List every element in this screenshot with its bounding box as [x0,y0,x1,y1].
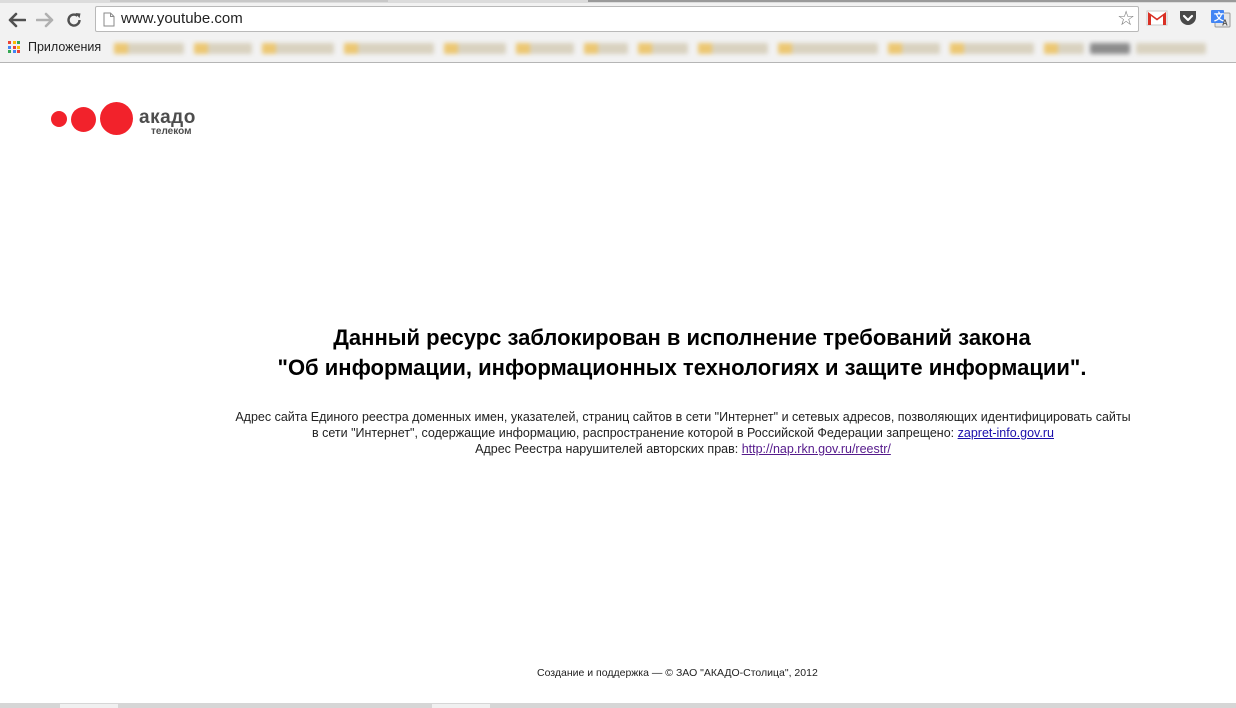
bookmark-item[interactable] [950,43,1034,54]
bookmark-item[interactable] [344,43,434,54]
info-line-2-text: в сети "Интернет", содержащие информацию… [312,426,955,440]
bookmark-item[interactable] [194,43,252,54]
zapret-info-link[interactable]: zapret-info.gov.ru [958,426,1054,440]
logo-dot-large [100,102,133,135]
url-text[interactable]: www.youtube.com [121,7,243,31]
pocket-icon[interactable] [1178,9,1200,29]
bookmark-item[interactable] [698,43,768,54]
tab[interactable] [588,0,1236,2]
bookmark-item[interactable] [1090,43,1130,54]
reload-button[interactable] [63,9,85,31]
forward-button[interactable] [34,9,56,31]
bookmark-item[interactable] [778,43,878,54]
gmail-icon[interactable] [1146,9,1168,29]
info-line-3-text: Адрес Реестра нарушителей авторских прав… [475,442,739,456]
heading-line-2: "Об информации, информационных технологи… [277,355,1087,380]
svg-text:A: A [1222,19,1228,28]
back-icon [8,12,26,28]
info-line-3: Адрес Реестра нарушителей авторских прав… [180,441,1186,457]
block-notice-heading: Данный ресурс заблокирован в исполнение … [180,323,1184,383]
forward-icon [36,12,54,28]
bookmark-item[interactable] [1044,43,1084,54]
window-bottom-edge [0,703,1236,708]
apps-grid-icon[interactable] [8,41,20,53]
logo-dot-small [51,111,67,127]
logo-sub-text: телеком [151,126,192,137]
reload-icon [67,13,81,27]
bookmarks-bar: Приложения [0,37,1236,59]
info-line-1: Адрес сайта Единого реестра доменных име… [235,410,1131,424]
bookmark-item[interactable] [1136,43,1206,54]
tab-strip [0,0,1236,3]
back-button[interactable] [6,9,28,31]
heading-line-1: Данный ресурс заблокирован в исполнение … [333,325,1031,350]
star-icon[interactable]: ☆ [1117,8,1135,30]
bookmark-item[interactable] [114,43,184,54]
info-line-2: в сети "Интернет", содержащие информацию… [180,425,1186,441]
akado-logo: акадо телеком [50,100,210,140]
bookmark-item[interactable] [888,43,940,54]
bookmark-item[interactable] [638,43,688,54]
logo-dot-medium [71,107,96,132]
browser-toolbar: www.youtube.com ☆ 文 A Приложения [0,0,1236,63]
bookmark-item[interactable] [262,43,334,54]
bookmark-item[interactable] [444,43,506,54]
apps-link[interactable]: Приложения [28,40,101,54]
bookmark-item[interactable] [584,43,628,54]
registry-info: Адрес сайта Единого реестра доменных име… [180,409,1186,457]
bookmark-item[interactable] [516,43,574,54]
tab[interactable] [110,0,388,2]
blurred-bookmarks [110,39,1210,58]
footer-copyright: Создание и поддержка — © ЗАО "АКАДО-Стол… [537,667,818,679]
translate-icon[interactable]: 文 A [1210,9,1232,29]
nap-rkn-link[interactable]: http://nap.rkn.gov.ru/reestr/ [742,442,891,456]
page-icon [103,12,115,27]
address-bar[interactable]: www.youtube.com ☆ [95,6,1139,32]
